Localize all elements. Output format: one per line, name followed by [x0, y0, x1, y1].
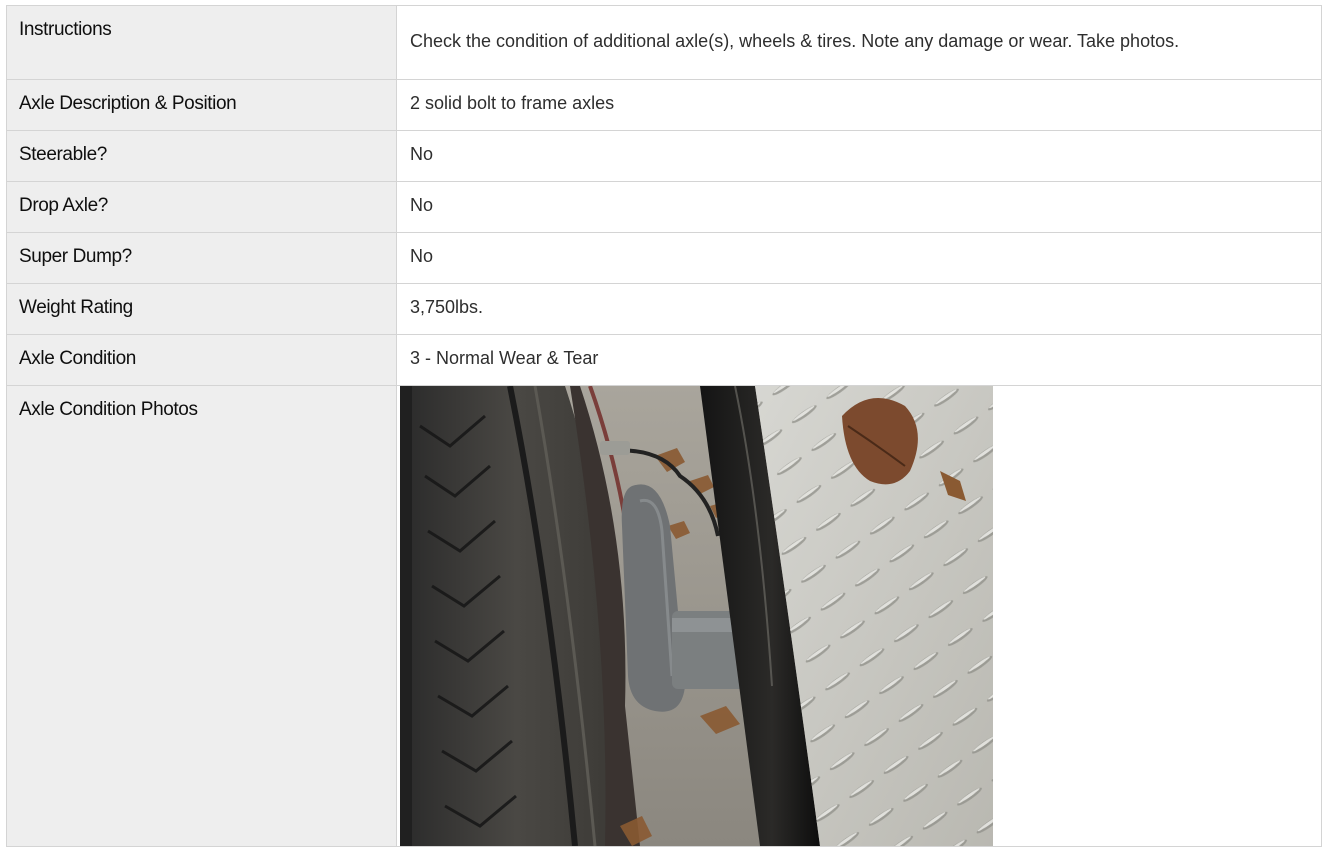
field-label: Weight Rating: [6, 284, 397, 334]
field-label: Super Dump?: [6, 233, 397, 283]
field-value: 3 - Normal Wear & Tear: [397, 335, 1322, 385]
field-value: Check the condition of additional axle(s…: [397, 6, 1322, 79]
field-label: Drop Axle?: [6, 182, 397, 232]
table-row-drop-axle: Drop Axle? No: [6, 182, 1322, 233]
inspection-table: Instructions Check the condition of addi…: [6, 5, 1322, 847]
instructions-text: Check the condition of additional axle(s…: [410, 31, 1180, 51]
field-value: No: [397, 182, 1322, 232]
field-label: Instructions: [6, 6, 397, 79]
table-row-axle-condition: Axle Condition 3 - Normal Wear & Tear: [6, 335, 1322, 386]
table-row-steerable: Steerable? No: [6, 131, 1322, 182]
field-label: Steerable?: [6, 131, 397, 181]
field-label: Axle Description & Position: [6, 80, 397, 130]
axle-condition-photo[interactable]: [400, 386, 993, 846]
field-value: No: [397, 233, 1322, 283]
field-value: No: [397, 131, 1322, 181]
field-label: Axle Condition: [6, 335, 397, 385]
field-label: Axle Condition Photos: [6, 386, 397, 846]
table-row-instructions: Instructions Check the condition of addi…: [6, 6, 1322, 80]
axle-photo-image: [400, 386, 993, 846]
field-value: 2 solid bolt to frame axles: [397, 80, 1322, 130]
table-row-weight-rating: Weight Rating 3,750lbs.: [6, 284, 1322, 335]
field-value: [397, 386, 1322, 846]
field-value: 3,750lbs.: [397, 284, 1322, 334]
table-row-super-dump: Super Dump? No: [6, 233, 1322, 284]
table-row-axle-description: Axle Description & Position 2 solid bolt…: [6, 80, 1322, 131]
table-row-axle-photos: Axle Condition Photos: [6, 386, 1322, 847]
